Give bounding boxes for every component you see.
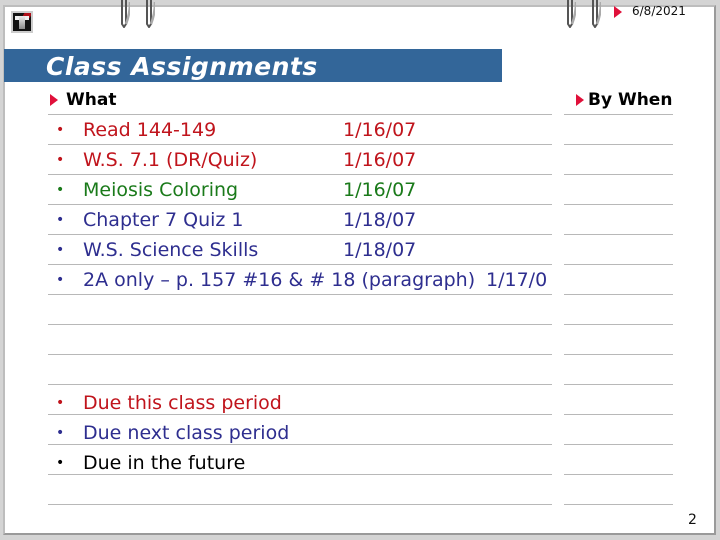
bullet-icon: • bbox=[56, 455, 65, 471]
binder-clip-icon bbox=[592, 0, 601, 28]
rule-line bbox=[564, 474, 673, 475]
rule-line bbox=[564, 444, 673, 445]
assignment-when: 1/18/07 bbox=[343, 209, 417, 231]
binder-clip-icon bbox=[146, 0, 155, 28]
t-logo-icon bbox=[11, 11, 33, 33]
rule-line bbox=[564, 294, 673, 295]
rule-line bbox=[564, 204, 673, 205]
rule-line bbox=[48, 354, 552, 355]
column-header-what: What bbox=[66, 90, 117, 110]
page-title: Class Assignments bbox=[46, 52, 318, 81]
rule-line bbox=[564, 234, 673, 235]
assignment-what: W.S. Science Skills bbox=[83, 239, 259, 261]
assignment-when: 1/16/07 bbox=[343, 179, 417, 201]
assignment-when: 1/17/0 bbox=[486, 269, 548, 291]
bullet-icon: • bbox=[56, 425, 65, 441]
slide-date: 6/8/2021 bbox=[632, 4, 686, 18]
rule-line bbox=[564, 114, 673, 115]
rule-line bbox=[564, 504, 673, 505]
rule-line bbox=[48, 384, 552, 385]
assignment-what: W.S. 7.1 (DR/Quiz) bbox=[83, 149, 258, 171]
bullet-icon: • bbox=[56, 122, 65, 138]
bullet-icon: • bbox=[56, 395, 65, 411]
rule-line bbox=[564, 354, 673, 355]
rule-line bbox=[48, 324, 552, 325]
assignment-what: Read 144-149 bbox=[83, 119, 217, 141]
by-when-marker-icon bbox=[576, 94, 584, 106]
assignment-when: 1/16/07 bbox=[343, 149, 417, 171]
assignment-what: Chapter 7 Quiz 1 bbox=[83, 209, 244, 231]
rule-line bbox=[564, 174, 673, 175]
bullet-icon: • bbox=[56, 242, 65, 258]
legend-label: Due in the future bbox=[83, 452, 246, 474]
legend-label: Due next class period bbox=[83, 422, 290, 444]
rule-line bbox=[48, 504, 552, 505]
bullet-icon: • bbox=[56, 212, 65, 228]
bullet-icon: • bbox=[56, 272, 65, 288]
binder-clip-icon bbox=[121, 0, 130, 28]
rule-line bbox=[564, 324, 673, 325]
rule-line bbox=[564, 264, 673, 265]
bullet-icon: • bbox=[56, 152, 65, 168]
column-header-by-when: By When bbox=[588, 90, 673, 110]
date-marker-icon bbox=[614, 6, 622, 18]
rule-line bbox=[564, 414, 673, 415]
assignment-what: Meiosis Coloring bbox=[83, 179, 239, 201]
page-number: 2 bbox=[688, 512, 697, 528]
assignment-what: 2A only – p. 157 #16 & # 18 (paragraph) bbox=[83, 269, 476, 291]
assignment-when: 1/16/07 bbox=[343, 119, 417, 141]
assignment-when: 1/18/07 bbox=[343, 239, 417, 261]
what-marker-icon bbox=[50, 94, 58, 106]
legend-label: Due this class period bbox=[83, 392, 282, 414]
bullet-icon: • bbox=[56, 182, 65, 198]
rule-line bbox=[564, 384, 673, 385]
rule-line bbox=[564, 144, 673, 145]
binder-clip-icon bbox=[567, 0, 576, 28]
